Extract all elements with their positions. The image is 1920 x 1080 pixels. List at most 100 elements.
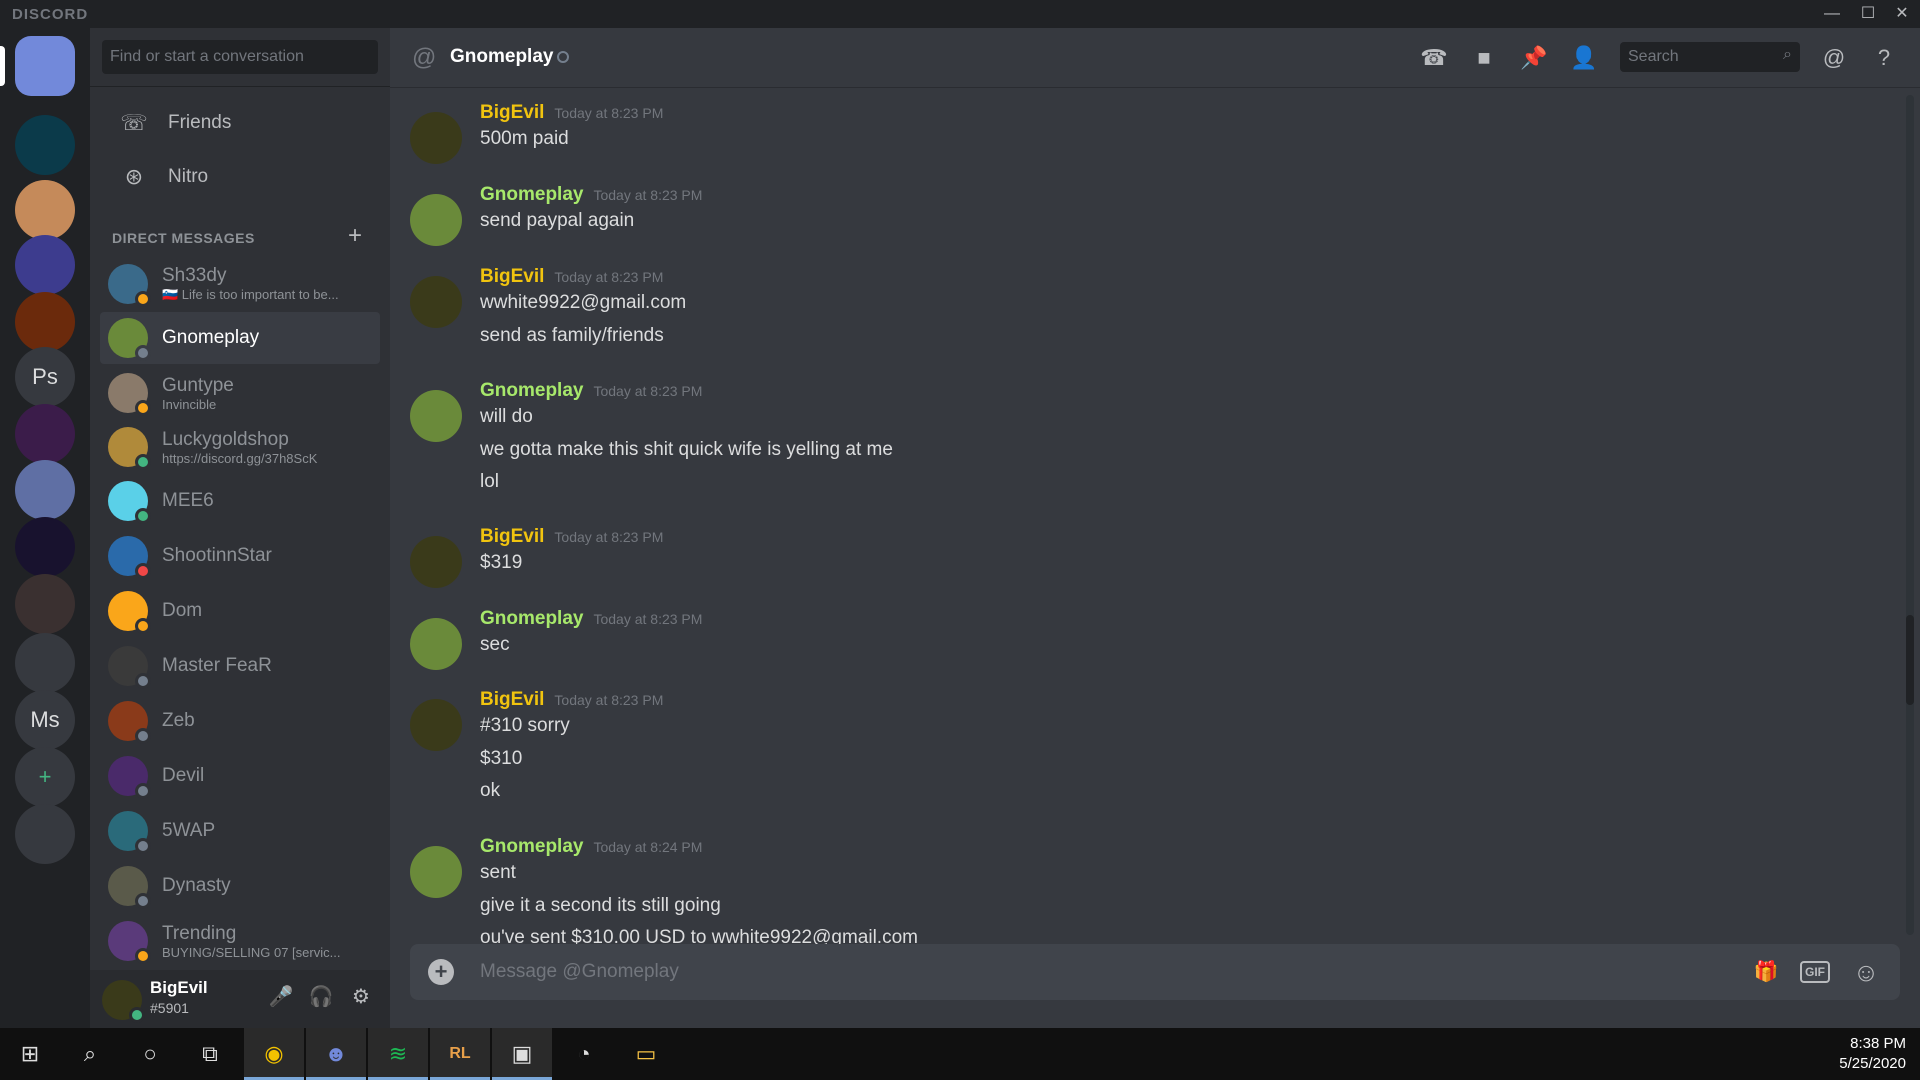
discord-icon[interactable]: ☻ — [306, 1028, 366, 1080]
dm-item[interactable]: 5WAP — [100, 805, 380, 857]
avatar[interactable] — [410, 390, 462, 442]
home-button[interactable] — [15, 36, 75, 96]
dm-item[interactable]: Trending BUYING/SELLING 07 [servic... — [100, 915, 380, 967]
dm-item[interactable]: Gnomeplay — [100, 312, 380, 364]
maximize-button[interactable]: ☐ — [1850, 0, 1886, 28]
mention-icon[interactable]: @ — [1818, 42, 1850, 74]
pin-icon[interactable]: 📌 — [1518, 42, 1550, 74]
runelite-icon[interactable]: RL — [430, 1028, 490, 1080]
dm-header: DIRECT MESSAGES — [112, 230, 255, 246]
spotify-icon[interactable]: ≋ — [368, 1028, 428, 1080]
dm-item[interactable]: Dynasty — [100, 860, 380, 912]
nav-friends[interactable]: ☏ Friends — [102, 98, 378, 148]
task-view-icon[interactable]: ⧉ — [180, 1028, 240, 1080]
dm-item[interactable]: Master FeaR — [100, 640, 380, 692]
avatar[interactable] — [410, 536, 462, 588]
status-indicator — [135, 454, 151, 470]
dm-text: Devil — [162, 765, 204, 787]
message-author[interactable]: Gnomeplay — [480, 608, 583, 629]
dm-item[interactable]: ShootinnStar — [100, 530, 380, 582]
settings-icon[interactable]: ⚙ — [346, 984, 376, 1014]
avatar[interactable] — [410, 699, 462, 751]
dm-item[interactable]: MEE6 — [100, 475, 380, 527]
gif-button[interactable]: GIF — [1800, 961, 1830, 983]
message-input[interactable]: Message @Gnomeplay — [480, 961, 679, 983]
messenger-icon[interactable]: ◔ — [554, 1028, 614, 1080]
dm-item[interactable]: Zeb — [100, 695, 380, 747]
search-input[interactable]: Search ⌕ — [1620, 42, 1800, 72]
message-author[interactable]: Gnomeplay — [480, 184, 583, 205]
dm-item[interactable]: Sh33dy 🇸🇮 Life is too important to be... — [100, 258, 380, 310]
message-composer[interactable]: + Message @Gnomeplay 🎁 GIF ☺ — [410, 944, 1900, 1000]
dm-item[interactable]: Guntype Invincible — [100, 367, 380, 419]
avatar — [108, 866, 151, 909]
message-list: BigEvil Today at 8:23 PM 500m paid Gnomepla… — [390, 88, 1900, 944]
close-button[interactable]: ✕ — [1884, 0, 1920, 28]
server-icon[interactable] — [15, 235, 75, 295]
chrome-icon[interactable]: ◉ — [244, 1028, 304, 1080]
app-brand: DISCORD — [12, 6, 89, 23]
avatar[interactable] — [410, 276, 462, 328]
server-icon[interactable] — [15, 404, 75, 464]
dm-item[interactable]: Luckygoldshop https://discord.gg/37h8ScK — [100, 421, 380, 473]
server-icon[interactable] — [15, 804, 75, 864]
server-icon[interactable]: Ps — [15, 347, 75, 407]
message-timestamp: Today at 8:23 PM — [554, 269, 664, 285]
server-icon[interactable] — [15, 180, 75, 240]
message-text: sent — [480, 862, 516, 883]
server-icon[interactable] — [15, 460, 75, 520]
server-icon[interactable] — [15, 574, 75, 634]
add-friend-icon[interactable]: 👤 — [1568, 42, 1600, 74]
message-author[interactable]: Gnomeplay — [480, 836, 583, 857]
gift-icon[interactable]: 🎁 — [1750, 957, 1782, 987]
server-icon[interactable]: Ms — [15, 690, 75, 750]
message-header: Gnomeplay Today at 8:23 PM — [480, 608, 702, 630]
avatar[interactable] — [410, 846, 462, 898]
chat-header: @ Gnomeplay ☎ ■ 📌 👤 Search ⌕ @ ? — [390, 28, 1920, 88]
mic-icon[interactable]: 🎤 — [266, 984, 296, 1014]
message-header: BigEvil Today at 8:23 PM — [480, 689, 663, 711]
message-author[interactable]: BigEvil — [480, 526, 544, 547]
dm-name: Guntype — [162, 374, 234, 396]
start-icon[interactable]: ⊞ — [0, 1028, 60, 1080]
status-indicator — [135, 508, 151, 524]
add-dm-button[interactable]: + — [348, 222, 362, 250]
avatar[interactable] — [102, 980, 145, 1023]
folder-icon[interactable]: ▭ — [616, 1028, 676, 1080]
emoji-icon[interactable]: ☺ — [1850, 957, 1882, 987]
app-icon[interactable]: ▣ — [492, 1028, 552, 1080]
dm-item[interactable]: Devil — [100, 750, 380, 802]
upload-icon[interactable]: + — [428, 959, 454, 985]
server-icon[interactable] — [15, 115, 75, 175]
avatar[interactable] — [410, 112, 462, 164]
search-placeholder: Search — [1628, 48, 1679, 65]
dm-name: Trending — [162, 922, 237, 944]
clock[interactable]: 8:38 PM 5/25/2020 — [1839, 1034, 1906, 1074]
message-author[interactable]: BigEvil — [480, 102, 544, 123]
nav-nitro[interactable]: ⊛ Nitro — [102, 152, 378, 202]
taskbar: 8:38 PM 5/25/2020 ⊞ ⌕ ○ ⧉ ◉ ☻ ≋ RL ▣ ◔ ▭ — [0, 1028, 1920, 1080]
server-icon[interactable] — [15, 517, 75, 577]
call-icon[interactable]: ☎ — [1418, 42, 1450, 74]
video-icon[interactable]: ■ — [1468, 42, 1500, 74]
avatar[interactable] — [410, 618, 462, 670]
help-icon[interactable]: ? — [1868, 42, 1900, 74]
minimize-button[interactable]: — — [1814, 0, 1850, 28]
avatar[interactable] — [410, 194, 462, 246]
dm-name: ShootinnStar — [162, 545, 272, 566]
message-timestamp: Today at 8:23 PM — [593, 611, 703, 627]
add-server-button[interactable]: + — [15, 747, 75, 807]
dm-item[interactable]: Dom — [100, 585, 380, 637]
headphones-icon[interactable]: 🎧 — [306, 984, 336, 1014]
message-author[interactable]: BigEvil — [480, 689, 544, 710]
dm-status-text: Invincible — [162, 396, 217, 412]
scrollbar[interactable] — [1906, 95, 1914, 935]
server-icon[interactable] — [15, 292, 75, 352]
server-icon[interactable] — [15, 633, 75, 693]
search-icon[interactable]: ⌕ — [60, 1028, 120, 1080]
scrollbar-thumb[interactable] — [1906, 615, 1914, 705]
dm-search-input[interactable]: Find or start a conversation — [102, 40, 378, 74]
message-author[interactable]: BigEvil — [480, 266, 544, 287]
cortana-icon[interactable]: ○ — [120, 1028, 180, 1080]
message-author[interactable]: Gnomeplay — [480, 380, 583, 401]
